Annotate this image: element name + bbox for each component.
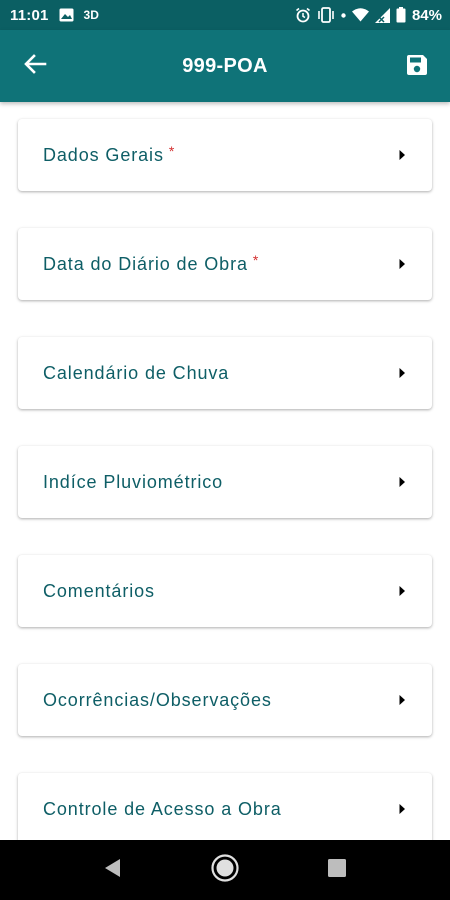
menu-item-label: Indíce Pluviométrico	[43, 471, 224, 492]
arrow-right-icon	[398, 694, 406, 706]
arrow-right-icon	[398, 149, 406, 161]
battery-percentage: 84%	[411, 6, 442, 24]
status-bar: 11:01 3D 84%	[0, 0, 450, 30]
vibrate-icon	[317, 7, 335, 23]
square-recents-icon	[327, 858, 347, 883]
arrow-right-icon	[398, 367, 406, 379]
menu-item-label: Calendário de Chuva	[43, 362, 230, 383]
arrow-back-icon	[23, 53, 47, 80]
image-icon	[59, 8, 74, 22]
menu-item-data-diario-obra[interactable]: Data do Diário de Obra *	[18, 228, 432, 300]
wifi-icon	[351, 8, 369, 22]
menu-item-label: Comentários	[43, 580, 155, 601]
nav-recents-button[interactable]	[322, 855, 352, 885]
page-title: 999-POA	[182, 54, 268, 77]
save-button[interactable]	[402, 52, 432, 82]
status-right: 84%	[295, 7, 442, 24]
nav-home-button[interactable]	[210, 853, 240, 888]
save-icon	[405, 53, 429, 82]
arrow-right-icon	[398, 803, 406, 815]
menu-item-indice-pluviometrico[interactable]: Indíce Pluviométrico	[18, 446, 432, 518]
menu-list: Dados Gerais * Data do Diário de Obra * …	[0, 102, 450, 840]
menu-item-dados-gerais[interactable]: Dados Gerais *	[18, 119, 432, 191]
status-3d-indicator: 3D	[83, 8, 99, 22]
back-button[interactable]	[20, 52, 50, 80]
app-bar: 999-POA	[0, 30, 450, 102]
menu-item-label: Controle de Acesso a Obra	[43, 798, 282, 819]
navigation-bar	[0, 840, 450, 900]
signal-icon	[374, 7, 390, 23]
menu-item-comentarios[interactable]: Comentários	[18, 555, 432, 627]
menu-item-label: Dados Gerais	[43, 144, 164, 165]
dot-icon	[341, 12, 346, 18]
required-mark: *	[252, 252, 259, 268]
circle-home-icon	[210, 853, 240, 888]
required-mark: *	[168, 143, 175, 159]
arrow-right-icon	[398, 585, 406, 597]
arrow-right-icon	[398, 476, 406, 488]
triangle-back-icon	[102, 857, 122, 884]
menu-item-ocorrencias-observacoes[interactable]: Ocorrências/Observações	[18, 664, 432, 736]
status-left: 11:01 3D	[10, 7, 99, 24]
menu-item-label: Data do Diário de Obra	[43, 253, 248, 274]
menu-item-calendario-chuva[interactable]: Calendário de Chuva	[18, 337, 432, 409]
menu-item-label: Ocorrências/Observações	[43, 689, 272, 710]
nav-back-button[interactable]	[97, 855, 127, 885]
status-time: 11:01	[10, 6, 49, 24]
menu-item-controle-acesso-obra[interactable]: Controle de Acesso a Obra	[18, 773, 432, 840]
alarm-icon	[295, 7, 311, 23]
arrow-right-icon	[398, 258, 406, 270]
battery-icon	[396, 7, 406, 23]
app-screen: 11:01 3D 84% 999-POA Dados Gerais * Data…	[0, 0, 450, 900]
